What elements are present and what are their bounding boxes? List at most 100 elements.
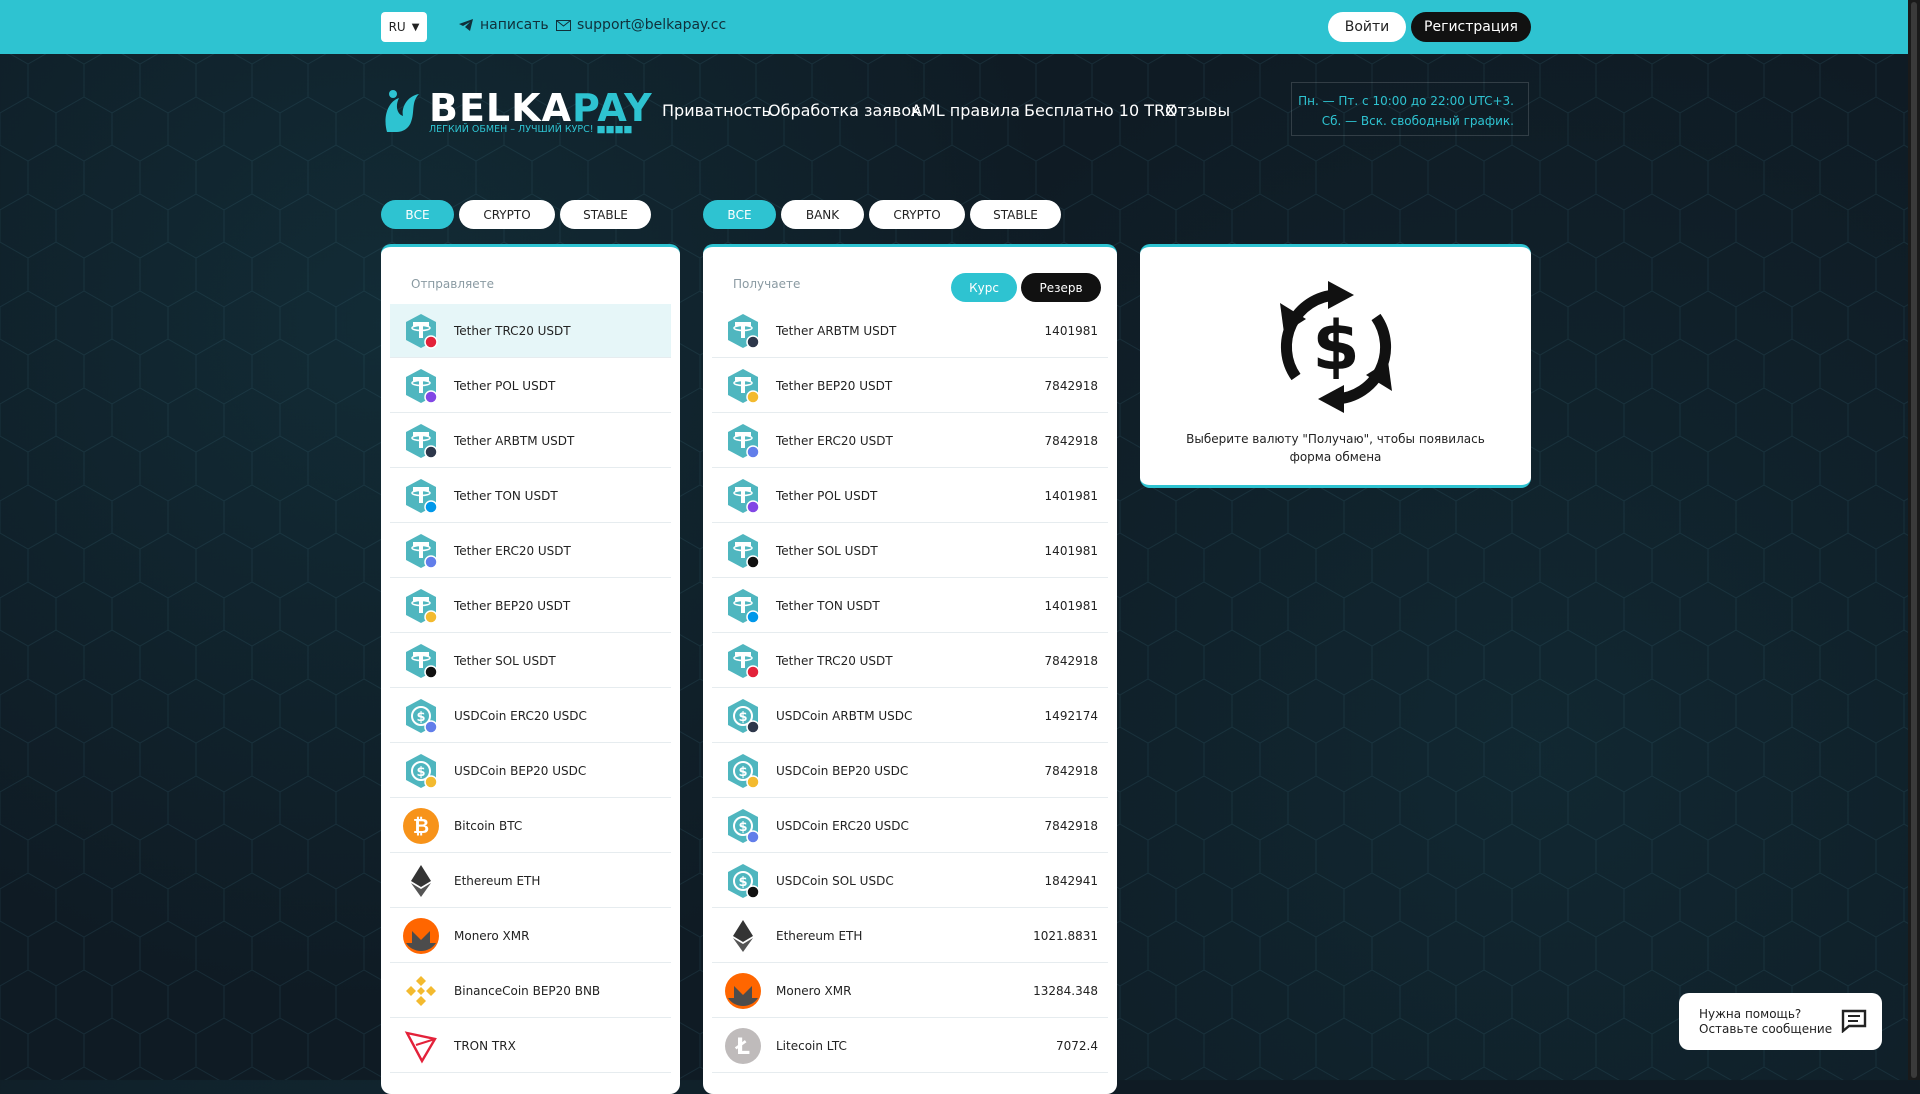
trx-icon bbox=[404, 1030, 437, 1063]
svg-text:$: $ bbox=[1312, 307, 1359, 386]
send-currency-row[interactable]: BinanceCoin BEP20 BNB bbox=[390, 964, 671, 1018]
currency-name: USDCoin ERC20 USDC bbox=[776, 818, 909, 833]
send-currency-row[interactable]: $ USDCoin BEP20 USDC bbox=[390, 744, 671, 798]
eth-icon bbox=[411, 864, 431, 897]
currency-name: Bitcoin BTC bbox=[454, 818, 523, 833]
receive-currency-row[interactable]: Ł Litecoin LTC 7072.4 bbox=[712, 1019, 1108, 1073]
nav-privacy[interactable]: Приватность bbox=[662, 101, 771, 120]
receive-currency-row[interactable]: Tether POL USDT 1401981 bbox=[712, 469, 1108, 523]
reserve-value: 1842941 bbox=[1044, 873, 1098, 888]
nav-aml-rules[interactable]: AML правила bbox=[911, 101, 1020, 120]
svg-text:$: $ bbox=[416, 765, 425, 780]
send-currency-row[interactable]: Tether TON USDT bbox=[390, 469, 671, 523]
rate-toggle-button[interactable]: Курс bbox=[951, 273, 1017, 302]
receive-currency-row[interactable]: Ethereum ETH 1021.8831 bbox=[712, 909, 1108, 963]
receive-filter-bank[interactable]: BANK bbox=[781, 200, 864, 229]
receive-filter-stable[interactable]: STABLE bbox=[970, 200, 1061, 229]
nav-free-trx[interactable]: Бесплатно 10 TRX bbox=[1024, 101, 1176, 120]
receive-filter-all[interactable]: ВСЕ bbox=[703, 200, 776, 229]
help-chat-widget[interactable]: Нужна помощь? Оставьте сообщение bbox=[1679, 993, 1882, 1050]
reserve-value: 7842918 bbox=[1044, 433, 1098, 448]
currency-name: USDCoin ARBTM USDC bbox=[776, 708, 913, 723]
currency-name: Tether BEP20 USDT bbox=[454, 598, 571, 613]
reserve-toggle-button[interactable]: Резерв bbox=[1021, 273, 1101, 302]
hours-weekend: Сб. — Вск. свободный график. bbox=[1321, 114, 1514, 128]
language-selector[interactable]: RU ▼ bbox=[381, 12, 427, 42]
currency-name: Tether ARBTM USDT bbox=[454, 433, 575, 448]
send-currency-row[interactable]: Ethereum ETH bbox=[390, 854, 671, 908]
send-currency-row[interactable]: Tether ERC20 USDT bbox=[390, 524, 671, 578]
receive-currency-row[interactable]: Tether ERC20 USDT 7842918 bbox=[712, 414, 1108, 468]
send-currency-row[interactable]: Tether ARBTM USDT bbox=[390, 414, 671, 468]
hours-weekdays: Пн. — Пт. с 10:00 до 22:00 UTC+3. bbox=[1298, 94, 1514, 108]
login-button[interactable]: Войти bbox=[1328, 12, 1406, 42]
currency-icon bbox=[402, 477, 440, 515]
tether-icon bbox=[406, 533, 438, 569]
currency-name: Tether POL USDT bbox=[454, 378, 556, 393]
send-currency-row[interactable]: Tether POL USDT bbox=[390, 359, 671, 413]
currency-name: Tether TON USDT bbox=[454, 488, 558, 503]
usdc-icon: $ bbox=[406, 698, 438, 734]
tether-icon bbox=[728, 423, 760, 459]
tether-icon bbox=[406, 588, 438, 624]
send-filter-all[interactable]: ВСЕ bbox=[381, 200, 454, 229]
tether-icon bbox=[728, 588, 760, 624]
send-currency-row[interactable]: ₿ Bitcoin BTC bbox=[390, 799, 671, 853]
receive-currency-row[interactable]: $ USDCoin BEP20 USDC 7842918 bbox=[712, 744, 1108, 798]
receive-currency-row[interactable]: Tether SOL USDT 1401981 bbox=[712, 524, 1108, 578]
exchange-hint: Выберите валюту "Получаю", чтобы появила… bbox=[1186, 432, 1485, 464]
svg-text:Ł: Ł bbox=[735, 1035, 750, 1060]
receive-currency-row[interactable]: Monero XMR 13284.348 bbox=[712, 964, 1108, 1018]
send-filter-crypto[interactable]: CRYPTO bbox=[459, 200, 555, 229]
email-link[interactable]: support@belkapay.cc bbox=[556, 17, 726, 33]
send-currency-row[interactable]: Tether BEP20 USDT bbox=[390, 579, 671, 633]
currency-name: Tether SOL USDT bbox=[454, 653, 556, 668]
currency-name: Tether TRC20 USDT bbox=[454, 323, 571, 338]
btc-icon: ₿ bbox=[403, 807, 439, 844]
currency-icon bbox=[402, 312, 440, 350]
currency-name: Tether ERC20 USDT bbox=[454, 543, 571, 558]
help-title: Нужна помощь? bbox=[1699, 1007, 1802, 1021]
receive-currency-row[interactable]: $ USDCoin SOL USDC 1842941 bbox=[712, 854, 1108, 908]
currency-icon bbox=[402, 917, 440, 955]
currency-icon bbox=[402, 422, 440, 460]
send-currency-row[interactable]: TRON TRX bbox=[390, 1019, 671, 1073]
send-currency-row[interactable]: Tether SOL USDT bbox=[390, 634, 671, 688]
currency-icon: $ bbox=[724, 807, 762, 845]
nav-reviews[interactable]: Отзывы bbox=[1165, 101, 1230, 120]
write-link[interactable]: написать bbox=[458, 17, 549, 33]
receive-currency-row[interactable]: Tether TON USDT 1401981 bbox=[712, 579, 1108, 633]
receive-panel: Получаете Курс Резерв Tether ARBTM USDT 1… bbox=[703, 244, 1117, 1094]
currency-icon bbox=[724, 532, 762, 570]
currency-icon bbox=[724, 587, 762, 625]
receive-currency-row[interactable]: Tether BEP20 USDT 7842918 bbox=[712, 359, 1108, 413]
telegram-icon bbox=[459, 19, 473, 31]
reserve-value: 7842918 bbox=[1044, 653, 1098, 668]
receive-currency-row[interactable]: $ USDCoin ERC20 USDC 7842918 bbox=[712, 799, 1108, 853]
send-currency-row[interactable]: Tether TRC20 USDT bbox=[390, 304, 671, 358]
reserve-value: 7072.4 bbox=[1056, 1038, 1098, 1053]
tether-icon bbox=[728, 368, 760, 404]
send-currency-row[interactable]: Monero XMR bbox=[390, 909, 671, 963]
currency-name: Litecoin LTC bbox=[776, 1038, 847, 1053]
page-scrollbar[interactable] bbox=[1908, 0, 1920, 1080]
nav-order-processing[interactable]: Обработка заявок bbox=[768, 101, 921, 120]
logo[interactable]: BELKAPAY ЛЕГКИЙ ОБМЕН – ЛУЧШИЙ КУРС! ■■■… bbox=[381, 86, 652, 136]
currency-name: USDCoin ERC20 USDC bbox=[454, 708, 587, 723]
receive-filter-crypto[interactable]: CRYPTO bbox=[869, 200, 965, 229]
svg-text:$: $ bbox=[738, 875, 747, 890]
currency-name: Tether SOL USDT bbox=[776, 543, 878, 558]
register-button[interactable]: Регистрация bbox=[1411, 12, 1531, 42]
receive-currency-row[interactable]: Tether ARBTM USDT 1401981 bbox=[712, 304, 1108, 358]
xmr-icon bbox=[725, 972, 761, 1009]
send-filter-stable[interactable]: STABLE bbox=[560, 200, 651, 229]
currency-icon bbox=[724, 312, 762, 350]
currency-name: USDCoin BEP20 USDC bbox=[776, 763, 909, 778]
receive-panel-header: Получаете bbox=[733, 277, 801, 291]
send-currency-row[interactable]: $ USDCoin ERC20 USDC bbox=[390, 689, 671, 743]
receive-currency-row[interactable]: Tether TRC20 USDT 7842918 bbox=[712, 634, 1108, 688]
receive-currency-row[interactable]: $ USDCoin ARBTM USDC 1492174 bbox=[712, 689, 1108, 743]
currency-name: TRON TRX bbox=[454, 1038, 516, 1053]
currency-icon bbox=[402, 972, 440, 1010]
currency-name: Tether BEP20 USDT bbox=[776, 378, 893, 393]
